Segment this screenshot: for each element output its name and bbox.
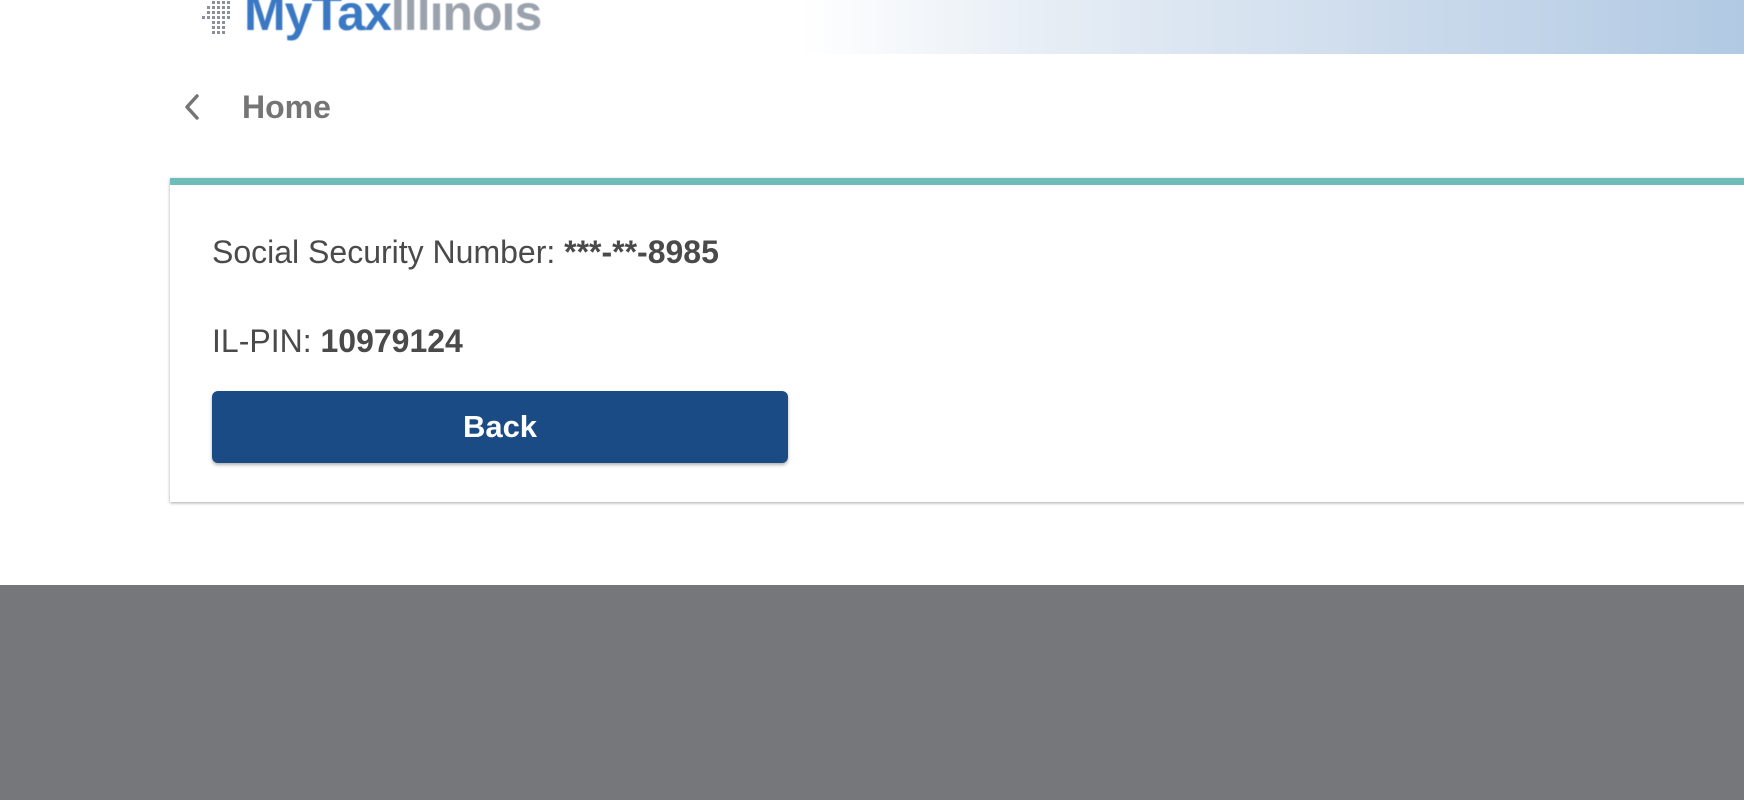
back-button[interactable]: Back: [212, 391, 788, 463]
logo-wordmark: MyTaxIllinois: [244, 0, 542, 41]
footer: [0, 585, 1744, 800]
dot-grid-logo-icon: [202, 1, 230, 34]
logo-text-mytax: MyTax: [244, 0, 392, 41]
il-pin-value: 10979124: [320, 323, 463, 359]
ssn-row: Social Security Number: ***-**-8985: [212, 232, 719, 272]
breadcrumb-label[interactable]: Home: [242, 86, 331, 128]
mytaxillinois-logo[interactable]: MyTaxIllinois: [200, 0, 542, 41]
header-banner: MyTaxIllinois: [0, 0, 1744, 54]
il-pin-label: IL-PIN:: [212, 323, 321, 359]
breadcrumb-home-link[interactable]: Home: [180, 86, 331, 128]
ssn-value: ***-**-8985: [564, 234, 719, 270]
il-pin-row: IL-PIN: 10979124: [212, 321, 463, 361]
pin-info-card: Social Security Number: ***-**-8985 IL-P…: [170, 178, 1744, 502]
ssn-label: Social Security Number:: [212, 234, 565, 270]
logo-text-illinois: Illinois: [390, 0, 542, 41]
chevron-left-icon[interactable]: [180, 92, 204, 122]
